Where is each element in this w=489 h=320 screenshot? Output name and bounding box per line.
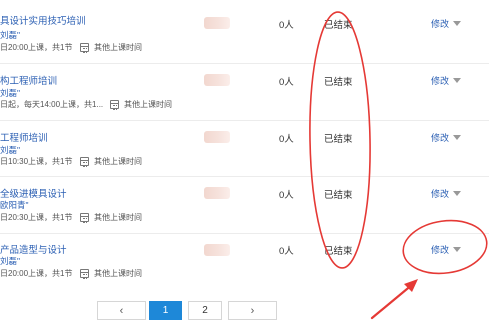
course-schedule: 日起，每天14:00上课，共1... [0, 100, 104, 109]
prev-page-button[interactable]: ‹ [97, 301, 146, 320]
course-row: 全级进模具设计 欧阳青" 日20:30上课，共1节 其他上课时间 0人 已结束 … [0, 177, 489, 234]
course-teacher: 刘磊" [0, 30, 21, 40]
edit-dropdown[interactable]: 修改 [431, 131, 462, 144]
enrolled-count: 0人 [279, 20, 294, 31]
course-row: 具设计实用技巧培训 刘磊" 日20:00上课，共1节 其他上课时间 0人 已结束… [0, 0, 489, 64]
chevron-right-icon: › [250, 305, 255, 317]
page-1-button[interactable]: 1 [149, 301, 182, 320]
course-schedule: 日20:00上课，共1节 [0, 269, 73, 278]
status-label: 已结束 [324, 190, 353, 201]
other-time-link[interactable]: 其他上课时间 [94, 268, 142, 279]
status-label: 已结束 [324, 77, 353, 88]
other-time-link[interactable]: 其他上课时间 [94, 156, 142, 167]
edit-dropdown[interactable]: 修改 [431, 17, 462, 30]
course-title[interactable]: 全级进模具设计 [0, 186, 67, 200]
course-teacher: 刘磊" [0, 88, 21, 98]
course-teacher: 刘磊" [0, 256, 21, 266]
redacted-price [204, 74, 230, 86]
course-title[interactable]: 工程师培训 [0, 130, 48, 144]
course-row: 工程师培训 刘磊" 日10:30上课，共1节 其他上课时间 0人 已结束 修改 [0, 121, 489, 177]
enrolled-count: 0人 [279, 246, 294, 257]
other-time-link[interactable]: 其他上课时间 [94, 212, 142, 223]
other-time-link[interactable]: 其他上课时间 [94, 42, 142, 53]
course-schedule: 日20:00上课，共1节 [0, 43, 73, 52]
edit-label: 修改 [431, 189, 450, 199]
redacted-price [204, 244, 230, 256]
course-title[interactable]: 具设计实用技巧培训 [0, 13, 86, 27]
other-time-link[interactable]: 其他上课时间 [124, 99, 172, 110]
course-row: 产品造型与设计 刘磊" 日20:00上课，共1节 其他上课时间 0人 已结束 修… [0, 234, 489, 289]
status-label: 已结束 [324, 20, 353, 31]
course-schedule: 日10:30上课，共1节 [0, 157, 73, 166]
calendar-icon [80, 213, 89, 223]
enrolled-count: 0人 [279, 77, 294, 88]
caret-down-icon [453, 247, 462, 252]
calendar-icon [80, 157, 89, 167]
course-title[interactable]: 构工程师培训 [0, 73, 57, 87]
course-teacher: 欧阳青" [0, 200, 29, 210]
edit-label: 修改 [431, 76, 450, 86]
redacted-price [204, 131, 230, 143]
edit-dropdown[interactable]: 修改 [431, 74, 462, 87]
pointer-arrow-shaft [370, 282, 415, 320]
status-label: 已结束 [324, 246, 353, 257]
edit-label: 修改 [431, 19, 450, 29]
calendar-icon [80, 43, 89, 53]
course-title[interactable]: 产品造型与设计 [0, 242, 67, 256]
caret-down-icon [453, 135, 462, 140]
enrolled-count: 0人 [279, 134, 294, 145]
edit-label: 修改 [431, 133, 450, 143]
edit-dropdown[interactable]: 修改 [431, 243, 462, 256]
calendar-icon [110, 100, 119, 110]
chevron-left-icon: ‹ [119, 305, 124, 317]
status-label: 已结束 [324, 134, 353, 145]
course-teacher: 刘磊" [0, 145, 21, 155]
course-row: 构工程师培训 刘磊" 日起，每天14:00上课，共1... 其他上课时间 0人 … [0, 64, 489, 121]
caret-down-icon [453, 78, 462, 83]
redacted-price [204, 17, 230, 29]
next-page-button[interactable]: › [228, 301, 277, 320]
redacted-price [204, 187, 230, 199]
calendar-icon [80, 269, 89, 279]
course-schedule: 日20:30上课，共1节 [0, 213, 73, 222]
edit-dropdown[interactable]: 修改 [431, 187, 462, 200]
edit-label: 修改 [431, 245, 450, 255]
caret-down-icon [453, 191, 462, 196]
caret-down-icon [453, 21, 462, 26]
enrolled-count: 0人 [279, 190, 294, 201]
page-2-button[interactable]: 2 [188, 301, 222, 320]
